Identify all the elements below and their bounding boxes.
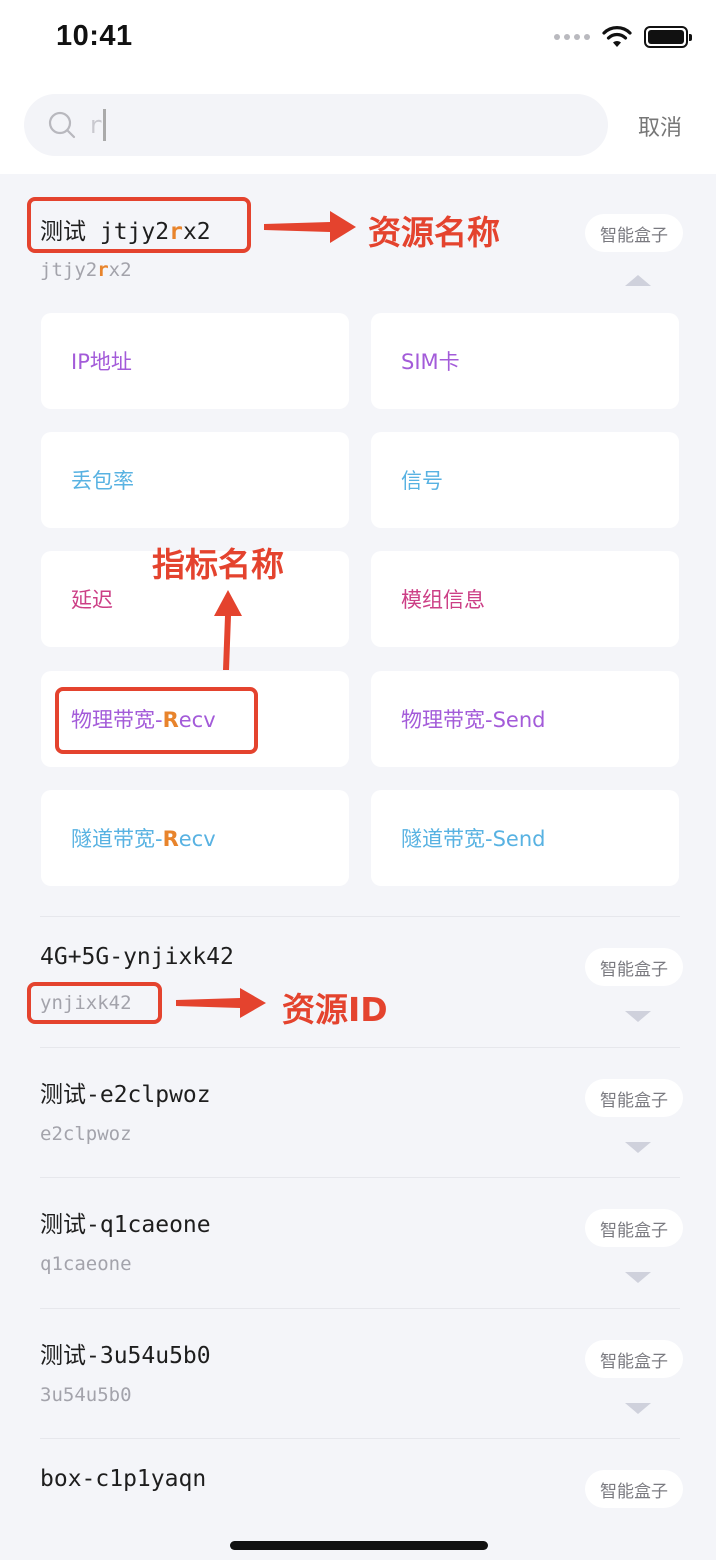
home-indicator (230, 1541, 488, 1550)
arrow-to-resource-id-label (176, 988, 266, 1018)
annotation-label-resource-name: 资源名称 (368, 213, 500, 252)
annotation-label-metric-name: 指标名称 (152, 545, 284, 584)
annotation-arrows (176, 211, 356, 1018)
arrow-to-metric-name-label (214, 590, 242, 670)
annotation-label-resource-id: 资源ID (282, 990, 388, 1029)
arrow-to-resource-name-label (264, 211, 356, 243)
